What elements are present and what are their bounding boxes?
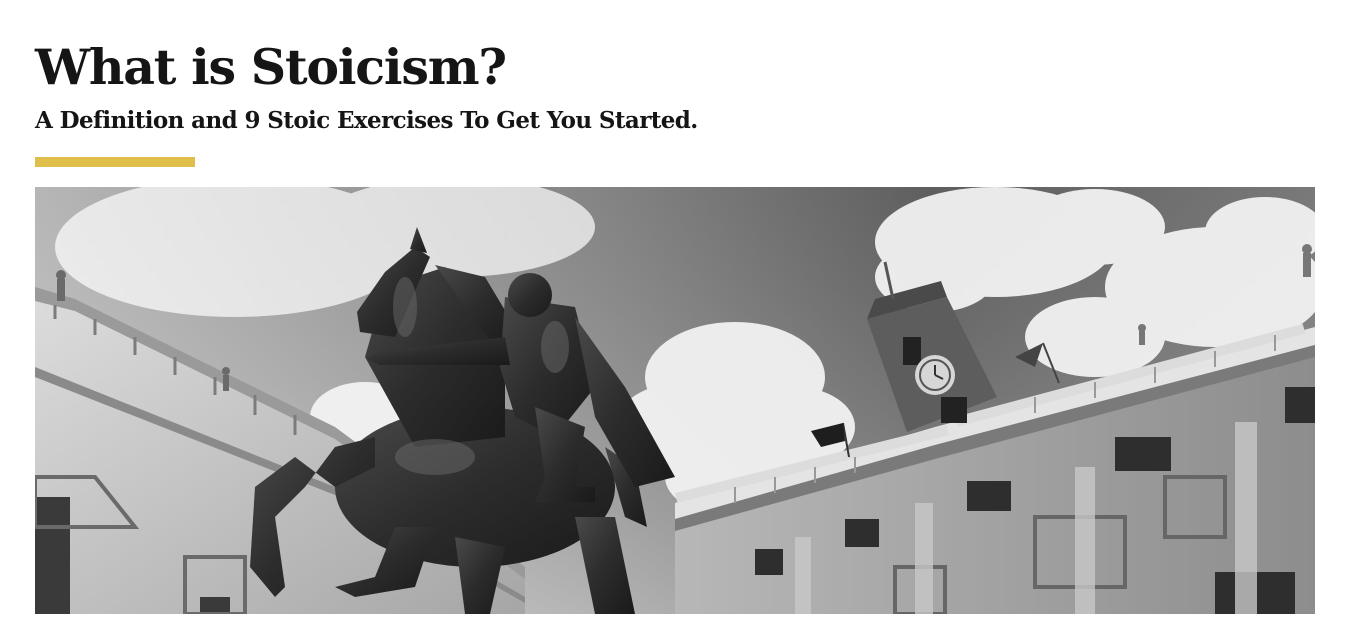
page-subtitle: A Definition and 9 Stoic Exercises To Ge… bbox=[35, 107, 698, 134]
hero-image bbox=[35, 187, 1315, 614]
page-title: What is Stoicism? bbox=[35, 38, 507, 96]
accent-divider bbox=[35, 157, 195, 167]
statue-photo-icon bbox=[35, 187, 1315, 614]
article-header: What is Stoicism? A Definition and 9 Sto… bbox=[35, 36, 1315, 138]
